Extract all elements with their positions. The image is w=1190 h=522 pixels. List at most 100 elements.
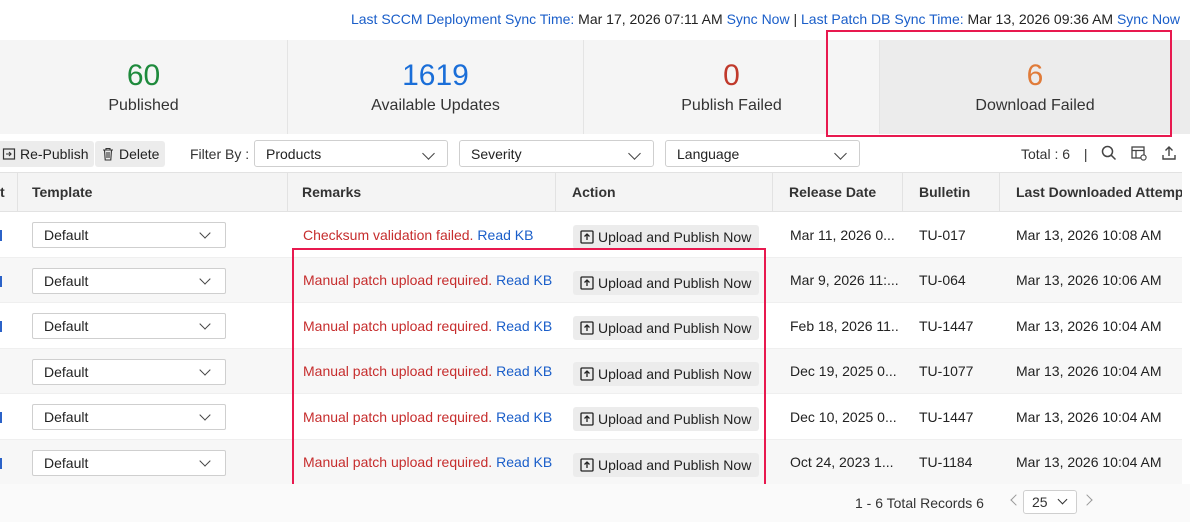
- template-select[interactable]: Default: [32, 222, 226, 248]
- read-kb-link[interactable]: Read KB: [496, 409, 552, 425]
- language-dropdown-label: Language: [677, 145, 740, 162]
- republish-button[interactable]: Re-Publish: [0, 141, 95, 167]
- stat-published[interactable]: 60 Published: [0, 40, 288, 134]
- table-row: Default Manual patch upload required. Rea…: [0, 348, 1182, 394]
- template-select[interactable]: Default: [32, 267, 226, 294]
- template-value: Default: [44, 272, 89, 289]
- upload-publish-button[interactable]: Upload and Publish Now: [573, 316, 760, 340]
- row-checkbox[interactable]: [0, 412, 2, 423]
- bulletin-cell: TU-017: [919, 226, 966, 243]
- table-row: Default Manual patch upload required. Rea…: [0, 257, 1182, 303]
- republish-label: Re-Publish: [20, 146, 89, 162]
- severity-dropdown-label: Severity: [471, 145, 522, 162]
- template-select[interactable]: Default: [32, 358, 226, 385]
- patchdb-sync-time: Mar 13, 2026 09:36 AM: [967, 11, 1114, 27]
- last-download-cell: Mar 13, 2026 10:04 AM: [1016, 317, 1162, 334]
- bulletin-cell: TU-1184: [919, 454, 973, 470]
- template-value: Default: [44, 454, 89, 471]
- table-row: Default Checksum validation failed. Read …: [0, 212, 1182, 258]
- patchdb-sync-label: Last Patch DB Sync Time:: [801, 11, 964, 27]
- upload-publish-button[interactable]: Upload and Publish Now: [573, 407, 760, 431]
- filter-by-label: Filter By :: [190, 146, 250, 162]
- table-header: t Template Remarks Action Release Date B…: [0, 172, 1182, 212]
- delete-label: Delete: [119, 146, 160, 162]
- chevron-down-icon: [199, 227, 211, 239]
- upload-publish-button[interactable]: Upload and Publish Now: [573, 270, 760, 295]
- release-date-cell: Dec 10, 2025 0...: [790, 408, 897, 425]
- remarks-cell: Manual patch upload required. Read KB: [303, 303, 552, 348]
- patchdb-sync-now-link[interactable]: Sync Now: [1117, 11, 1180, 27]
- page-size-select[interactable]: 25: [1023, 490, 1077, 514]
- column-header-template[interactable]: Template: [18, 173, 288, 211]
- column-header-action[interactable]: Action: [558, 173, 773, 211]
- upload-icon: [580, 230, 594, 244]
- chevron-right-icon[interactable]: [1081, 494, 1093, 506]
- products-dropdown[interactable]: Products: [254, 140, 448, 167]
- row-checkbox[interactable]: [0, 275, 2, 287]
- last-download-cell: Mar 13, 2026 10:08 AM: [1016, 226, 1162, 243]
- stat-value: 60: [126, 59, 161, 92]
- language-dropdown[interactable]: Language: [665, 140, 860, 167]
- table-row: Default Manual patch upload required. Rea…: [0, 394, 1182, 440]
- stats-bar: 60 Published 1619 Available Updates 0 Pu…: [0, 40, 1190, 134]
- read-kb-link[interactable]: Read KB: [496, 272, 552, 288]
- upload-publish-label: Upload and Publish Now: [598, 229, 752, 245]
- chevron-down-icon: [834, 147, 847, 160]
- stat-label: Publish Failed: [681, 97, 782, 114]
- republish-icon: [2, 148, 16, 160]
- upload-publish-button[interactable]: Upload and Publish Now: [573, 361, 760, 386]
- stat-value: 6: [1026, 59, 1044, 92]
- template-select[interactable]: Default: [32, 449, 226, 476]
- remark-text: Manual patch upload required.: [303, 408, 493, 425]
- upload-icon: [580, 275, 594, 290]
- sync-separator: |: [793, 11, 798, 27]
- sccm-sync-time: Mar 17, 2026 07:11 AM: [578, 11, 723, 27]
- release-date-cell: Mar 9, 2026 11:...: [790, 272, 899, 288]
- chevron-down-icon: [199, 363, 211, 376]
- search-icon[interactable]: [1100, 144, 1118, 162]
- read-kb-link[interactable]: Read KB: [477, 227, 533, 243]
- stat-available-updates[interactable]: 1619 Available Updates: [288, 40, 584, 134]
- sccm-sync-now-link[interactable]: Sync Now: [727, 11, 790, 27]
- template-select[interactable]: Default: [32, 313, 226, 339]
- stat-download-failed[interactable]: 6 Download Failed: [880, 40, 1190, 134]
- delete-button[interactable]: Delete: [95, 141, 166, 167]
- column-header-remarks[interactable]: Remarks: [288, 173, 556, 211]
- release-date-cell: Mar 11, 2026 0...: [790, 226, 895, 243]
- last-download-cell: Mar 13, 2026 10:04 AM: [1016, 408, 1162, 425]
- chevron-left-icon[interactable]: [1010, 494, 1022, 506]
- stat-value: 0: [723, 59, 740, 92]
- release-date-cell: Feb 18, 2026 11...: [790, 317, 900, 334]
- upload-publish-label: Upload and Publish Now: [598, 411, 752, 427]
- upload-publish-button[interactable]: Upload and Publish Now: [573, 452, 760, 477]
- row-checkbox[interactable]: [0, 230, 2, 241]
- bulletin-cell: TU-1077: [919, 363, 974, 379]
- column-settings-icon[interactable]: [1130, 144, 1148, 162]
- template-select[interactable]: Default: [32, 404, 226, 430]
- read-kb-link[interactable]: Read KB: [496, 454, 552, 470]
- last-download-cell: Mar 13, 2026 10:06 AM: [1016, 272, 1162, 288]
- remarks-cell: Manual patch upload required. Read KB: [303, 258, 552, 303]
- read-kb-link[interactable]: Read KB: [496, 363, 552, 379]
- stat-publish-failed[interactable]: 0 Publish Failed: [584, 40, 880, 134]
- upload-icon: [580, 366, 594, 381]
- upload-icon: [580, 457, 594, 472]
- row-checkbox[interactable]: [0, 321, 2, 332]
- template-value: Default: [44, 227, 89, 243]
- severity-dropdown[interactable]: Severity: [459, 140, 654, 167]
- chevron-down-icon: [1057, 494, 1068, 505]
- export-icon[interactable]: [1160, 144, 1178, 162]
- upload-publish-button[interactable]: Upload and Publish Now: [573, 225, 760, 249]
- read-kb-link[interactable]: Read KB: [496, 318, 552, 334]
- column-header-last-download[interactable]: Last Downloaded Attempted: [1002, 173, 1182, 211]
- row-checkbox[interactable]: [0, 457, 2, 469]
- column-header-select[interactable]: t: [0, 173, 18, 211]
- upload-icon: [580, 321, 594, 335]
- template-value: Default: [44, 318, 89, 334]
- column-header-release-date[interactable]: Release Date: [775, 173, 903, 211]
- table-row: Default Manual patch upload required. Rea…: [0, 303, 1182, 349]
- column-header-bulletin[interactable]: Bulletin: [905, 173, 1000, 211]
- stat-label: Published: [108, 97, 179, 114]
- table-row: Default Manual patch upload required. Rea…: [0, 439, 1182, 485]
- remarks-cell: Checksum validation failed. Read KB: [303, 212, 533, 257]
